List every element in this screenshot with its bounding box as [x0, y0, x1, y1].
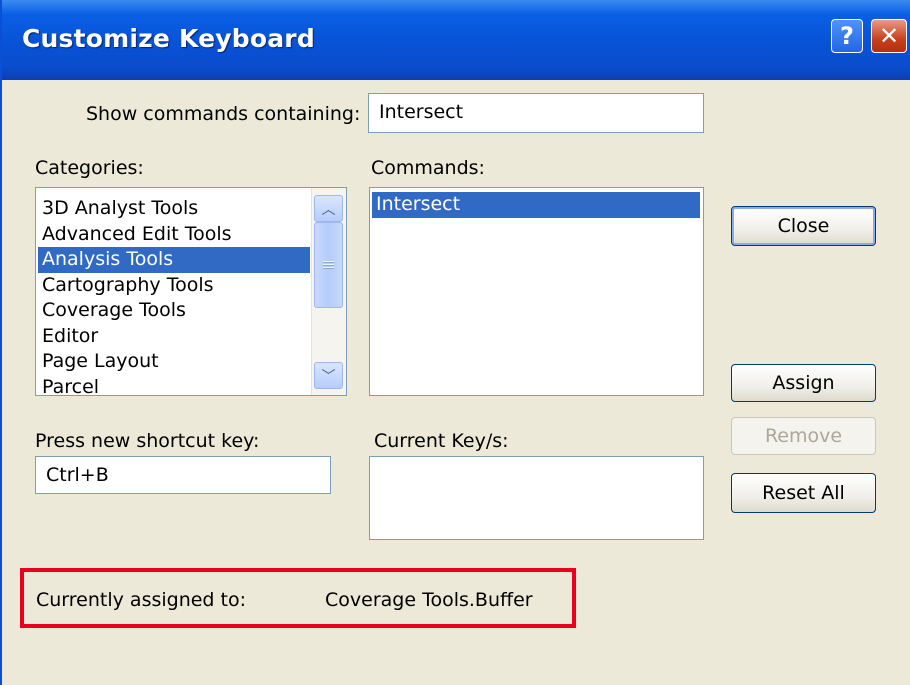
list-item[interactable]: 3D Analyst Tools [38, 196, 310, 222]
chevron-down-icon: ﹀ [321, 368, 336, 385]
current-keys-label: Current Key/s: [374, 430, 509, 452]
list-item[interactable]: Cartography Tools [38, 273, 310, 299]
categories-scrollbar[interactable]: ︿ ﹀ [311, 188, 346, 395]
scroll-up-button[interactable]: ︿ [314, 195, 343, 222]
shortcut-input[interactable]: Ctrl+B [35, 456, 331, 494]
assigned-value: Coverage Tools.Buffer [325, 589, 533, 611]
list-item[interactable]: Page Layout [38, 349, 310, 375]
dialog-title: Customize Keyboard [22, 24, 315, 53]
assigned-label: Currently assigned to: [36, 589, 247, 611]
scroll-thumb[interactable] [314, 222, 343, 308]
list-item[interactable]: Intersect [372, 192, 700, 218]
scroll-down-button[interactable]: ﹀ [314, 362, 343, 389]
categories-list[interactable]: 3D Analyst Tools Advanced Edit Tools Analy… [35, 187, 347, 396]
chevron-up-icon: ︿ [321, 201, 336, 218]
list-item[interactable]: Coverage Tools [38, 298, 310, 324]
help-button[interactable]: ? [831, 19, 863, 53]
reset-all-button[interactable]: Reset All [731, 473, 876, 513]
categories-items: 3D Analyst Tools Advanced Edit Tools Analy… [38, 196, 310, 396]
shortcut-label: Press new shortcut key: [35, 430, 260, 452]
commands-list[interactable]: Intersect [369, 187, 704, 396]
search-label: Show commands containing: [86, 103, 361, 125]
commands-label: Commands: [371, 157, 485, 179]
title-bar[interactable]: Customize Keyboard ? ✕ [2, 0, 910, 80]
remove-button[interactable]: Remove [731, 417, 876, 455]
commands-items: Intersect [372, 192, 700, 218]
close-button[interactable]: Close [731, 206, 876, 246]
categories-label: Categories: [35, 157, 144, 179]
grip-icon [323, 260, 334, 270]
list-item[interactable]: Analysis Tools [38, 247, 310, 273]
assign-button[interactable]: Assign [731, 364, 876, 402]
help-icon: ? [840, 22, 854, 50]
close-icon: ✕ [878, 22, 900, 50]
list-item[interactable]: Parcel [38, 375, 310, 396]
search-input[interactable]: Intersect [368, 93, 704, 133]
shortcut-input-value: Ctrl+B [46, 464, 109, 486]
list-item[interactable]: Editor [38, 324, 310, 350]
list-item[interactable]: Advanced Edit Tools [38, 222, 310, 248]
search-input-value: Intersect [379, 101, 464, 123]
current-keys-list[interactable] [369, 456, 704, 540]
close-window-button[interactable]: ✕ [871, 19, 907, 53]
customize-keyboard-dialog: Customize Keyboard ? ✕ Show commands con… [0, 0, 910, 685]
